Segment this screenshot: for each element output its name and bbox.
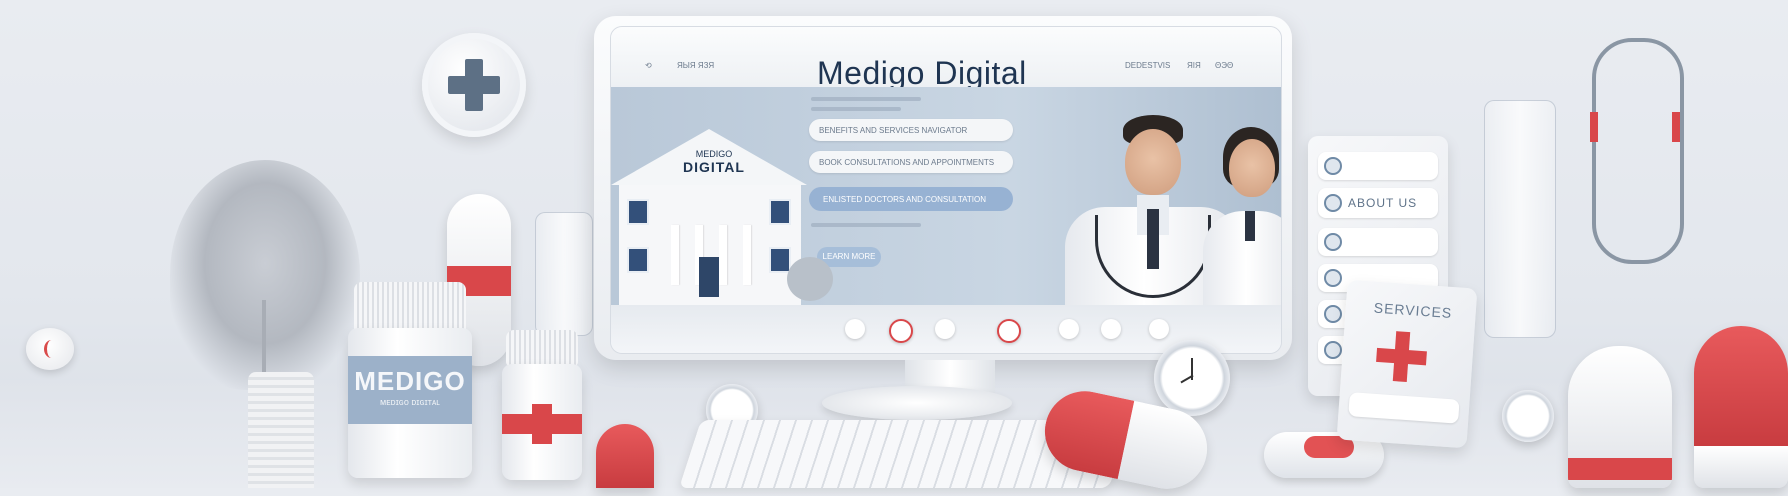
nav-right-item-3[interactable]: ΘЭΘ xyxy=(1215,61,1233,70)
about-us-label: ABOUT US xyxy=(1348,196,1418,210)
footer-icon-3[interactable] xyxy=(935,319,955,339)
menu-row-3[interactable] xyxy=(1318,228,1438,256)
round-badge-icon xyxy=(1502,390,1554,442)
hero-cta-button[interactable]: ENLISTED DOCTORS AND CONSULTATION xyxy=(809,187,1013,211)
services-cross-h xyxy=(1376,347,1427,366)
hero-banner: BENEFITS AND SERVICES NAVIGATOR BOOK CON… xyxy=(611,87,1281,305)
footer-icon-2[interactable] xyxy=(889,319,913,343)
footer-icon-4[interactable] xyxy=(997,319,1021,343)
nav-left-item-2[interactable]: ЯЫЯ ЯЗЯ xyxy=(677,61,714,70)
nav-left-item-1[interactable]: ⟲ xyxy=(645,61,652,70)
hero-field-2[interactable]: BOOK CONSULTATIONS AND APPOINTMENTS xyxy=(809,151,1013,173)
menu-row-1[interactable] xyxy=(1318,152,1438,180)
hero-field-1[interactable]: BENEFITS AND SERVICES NAVIGATOR xyxy=(809,119,1013,141)
capsule-front-left xyxy=(596,424,654,488)
building-sign: MEDIGO DIGITAL xyxy=(659,149,769,175)
services-title: SERVICES xyxy=(1373,299,1453,322)
tall-glass-bottle xyxy=(1484,100,1556,338)
bottle-label-sub: ᴍᴇᴅɪɢᴏ ᴅɪɢɪᴛᴀʟ xyxy=(380,397,440,407)
nav-right-item-1[interactable]: DEDESTVIS xyxy=(1125,61,1170,70)
building-sign-line2: DIGITAL xyxy=(683,159,745,175)
tree-trunk xyxy=(262,300,266,380)
footer-icon-6[interactable] xyxy=(1101,319,1121,339)
capsule-right-1 xyxy=(1568,346,1672,488)
capsule-right-2 xyxy=(1694,326,1788,488)
building-body: MEDIGO DIGITAL xyxy=(619,149,801,305)
monitor-screen: ⟲ ЯЫЯ ЯЗЯ Medigo Digital DEDESTVIS ЯIЯ Θ… xyxy=(610,26,1282,354)
site-navbar: ⟲ ЯЫЯ ЯЗЯ Medigo Digital DEDESTVIS ЯIЯ Θ… xyxy=(611,27,1281,91)
services-card: SERVICES xyxy=(1336,279,1478,449)
footer-icon-7[interactable] xyxy=(1149,319,1169,339)
monitor-stand-base xyxy=(822,386,1012,420)
medical-plus-badge-icon xyxy=(422,33,526,137)
building-sign-line1: MEDIGO xyxy=(695,149,733,159)
building-door xyxy=(699,257,719,297)
medigo-pill-bottle: MEDIGO ᴍᴇᴅɪɢᴏ ᴅɪɢɪᴛᴀʟ xyxy=(348,328,472,478)
clinic-building-image: MEDIGO DIGITAL xyxy=(611,129,811,305)
small-pill-bottle xyxy=(502,364,582,480)
doctor-female xyxy=(1203,127,1281,305)
bush xyxy=(787,257,833,301)
footer-icon-1[interactable] xyxy=(845,319,865,339)
vase xyxy=(248,372,314,488)
stethoscope-tube-icon xyxy=(1590,38,1684,264)
footer-icon-5[interactable] xyxy=(1059,319,1079,339)
bottle-label: MEDIGO ᴍᴇᴅɪɢᴏ ᴅɪɢɪᴛᴀʟ xyxy=(348,356,472,424)
small-bottle-cap xyxy=(506,330,578,366)
clock-icon xyxy=(1154,340,1230,416)
menu-row-about[interactable]: ABOUT US xyxy=(1318,188,1438,218)
bottle-label-main: MEDIGO xyxy=(354,366,466,396)
bottle-cap xyxy=(354,282,466,332)
nav-right-item-2[interactable]: ЯIЯ xyxy=(1187,61,1201,70)
glass-bottle xyxy=(535,212,593,336)
heartbeat-badge-icon xyxy=(26,328,74,370)
